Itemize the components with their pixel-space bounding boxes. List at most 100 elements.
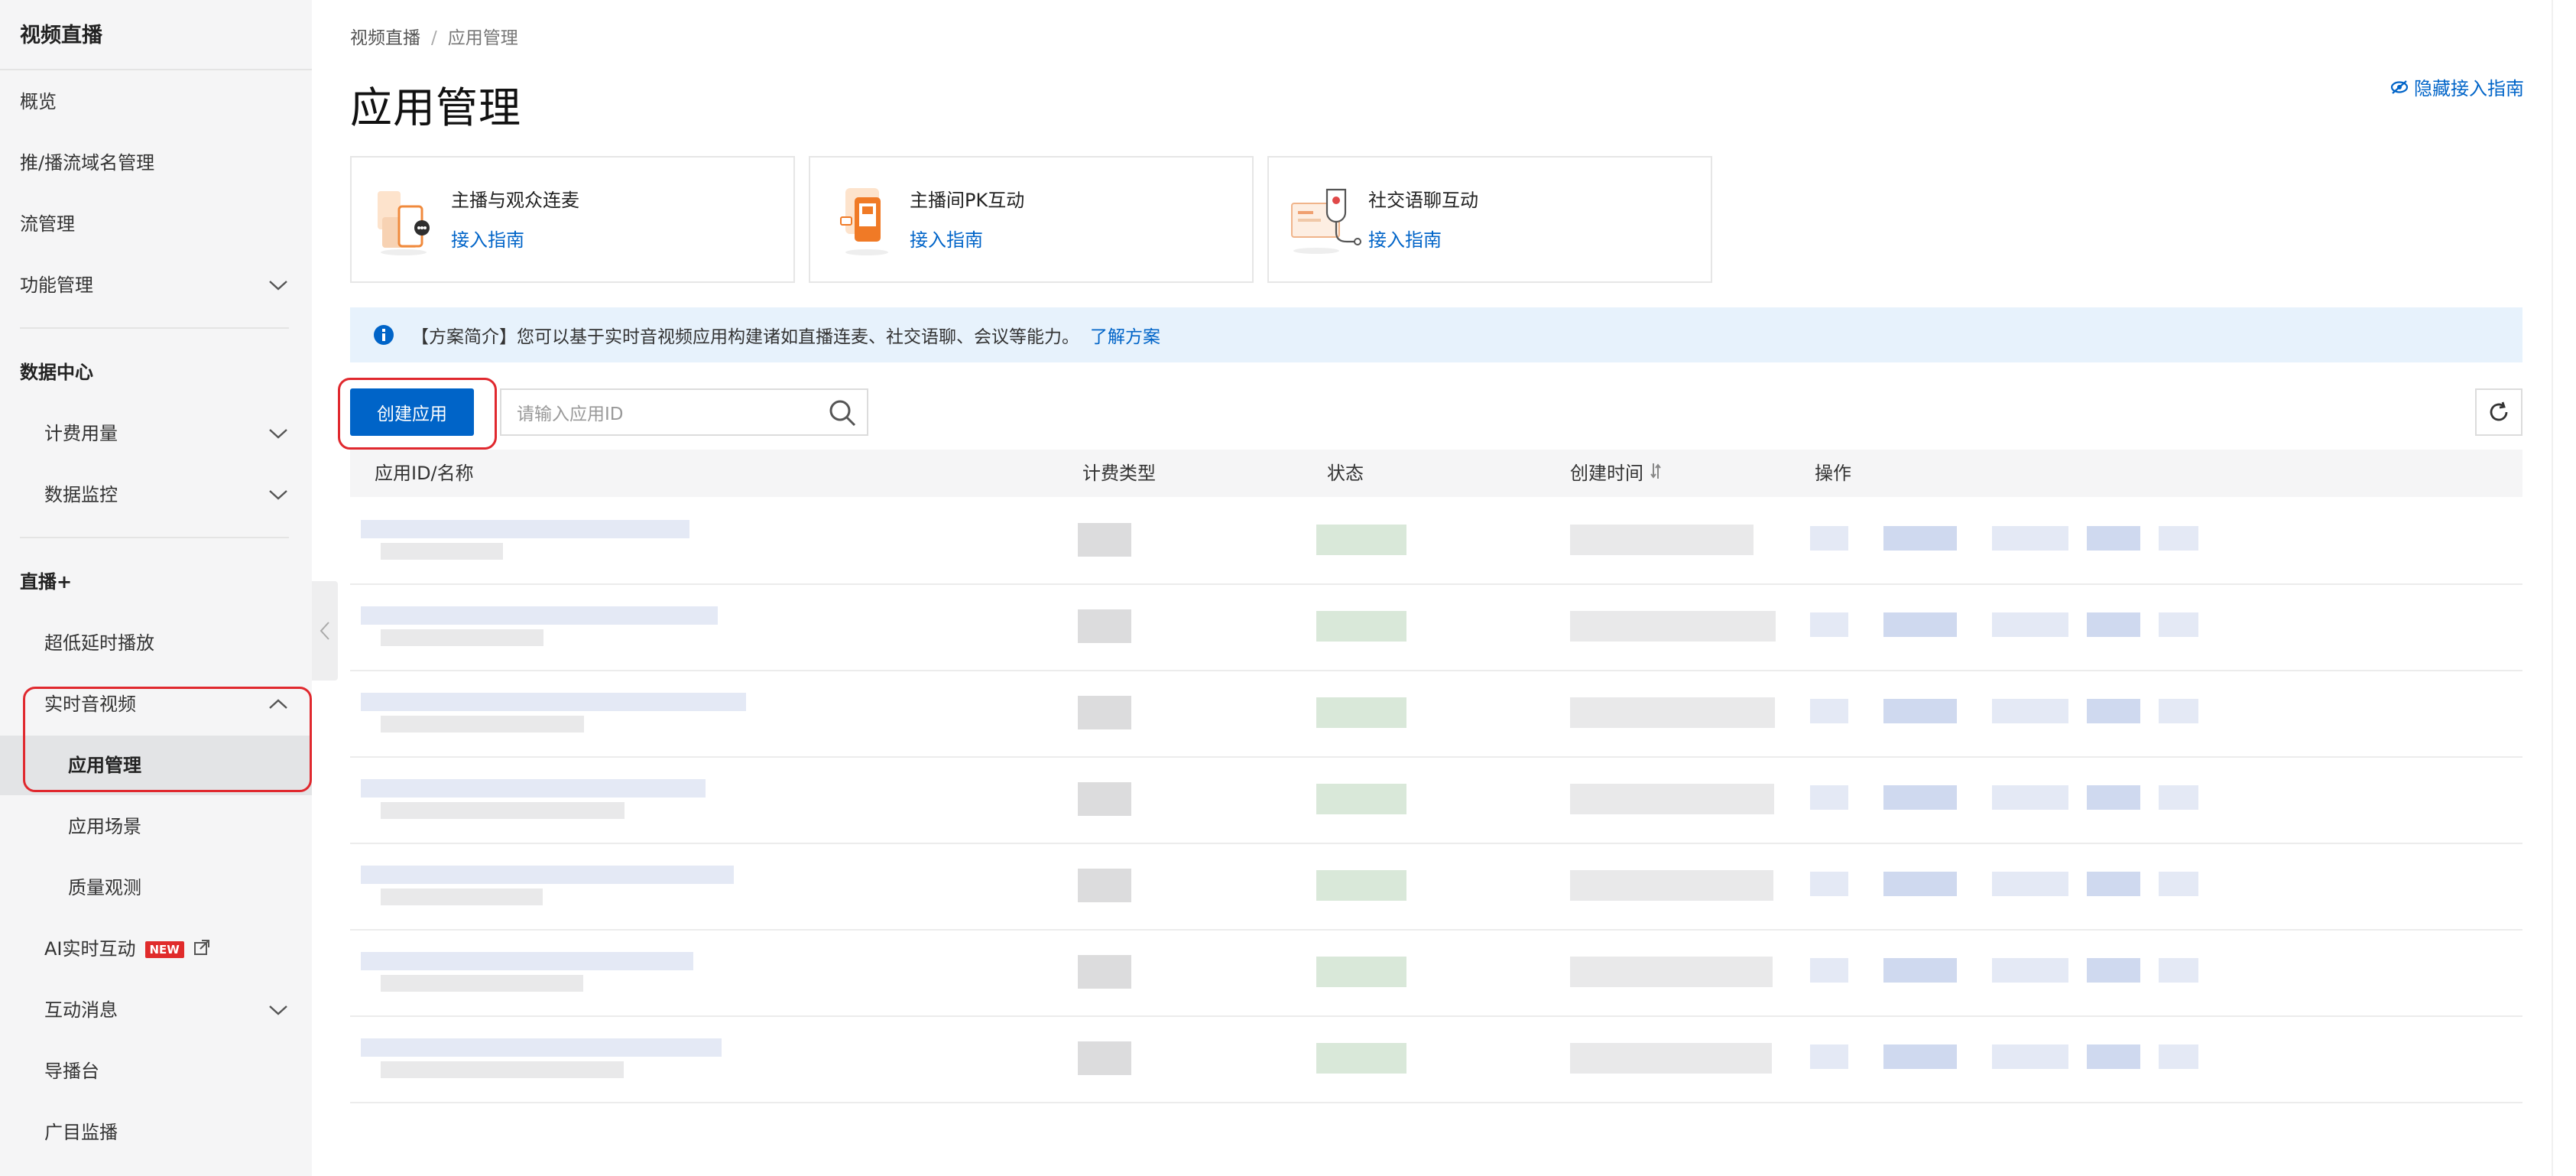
blurred-billing-type — [1078, 1041, 1131, 1075]
sidebar-item-quality-observation[interactable]: 质量观测 — [0, 858, 312, 918]
blurred-action-link[interactable] — [1883, 785, 1957, 810]
divider — [20, 327, 289, 329]
blurred-app-id[interactable] — [361, 1038, 722, 1057]
blurred-action-link[interactable] — [2087, 526, 2140, 551]
sidebar-item-label: 应用场景 — [68, 816, 141, 837]
blurred-action-link[interactable] — [1810, 872, 1848, 896]
sidebar-collapse-handle[interactable] — [312, 581, 338, 681]
breadcrumb-root[interactable]: 视频直播 — [350, 28, 420, 48]
external-link-icon — [193, 920, 210, 979]
blurred-action-link[interactable] — [1883, 958, 1957, 983]
blurred-action-link[interactable] — [2159, 785, 2198, 810]
table-row — [350, 844, 2522, 931]
blurred-app-id[interactable] — [361, 520, 689, 538]
sidebar-item-rtc[interactable]: 实时音视频 — [0, 674, 312, 734]
eye-off-icon — [2390, 80, 2409, 94]
blurred-action-link[interactable] — [1883, 1044, 1957, 1069]
sidebar-item-label: 互动消息 — [44, 999, 118, 1021]
blurred-action-link[interactable] — [1810, 1044, 1848, 1069]
blurred-action-link[interactable] — [1810, 612, 1848, 637]
column-header-created[interactable]: 创建时间 — [1570, 450, 1662, 498]
chevron-down-icon — [268, 404, 289, 463]
sidebar-item-interactive-messages[interactable]: 互动消息 — [0, 980, 312, 1040]
refresh-button[interactable] — [2475, 388, 2522, 436]
learn-solution-link[interactable]: 了解方案 — [1090, 322, 1160, 348]
sidebar-item-monitoring[interactable]: 广目监播 — [0, 1103, 312, 1162]
blurred-action-link[interactable] — [1810, 699, 1848, 723]
divider — [20, 537, 289, 538]
sidebar-item-app-management[interactable]: 应用管理 — [0, 736, 312, 795]
blurred-action-link[interactable] — [1883, 612, 1957, 637]
sidebar-item-label: 概览 — [20, 91, 57, 112]
blurred-billing-type — [1078, 609, 1131, 643]
column-header-status: 状态 — [1327, 463, 1364, 484]
blurred-action-link[interactable] — [2159, 1044, 2198, 1069]
blurred-action-link[interactable] — [1810, 958, 1848, 983]
blurred-app-id[interactable] — [361, 779, 706, 798]
sidebar-item-ai-interaction[interactable]: AI实时互动 NEW — [0, 919, 312, 979]
blurred-action-link[interactable] — [1810, 785, 1848, 810]
blurred-action-link[interactable] — [2159, 612, 2198, 637]
blurred-action-link[interactable] — [1992, 872, 2068, 896]
sidebar-item-overview[interactable]: 概览 — [0, 72, 312, 132]
blurred-action-link[interactable] — [1992, 785, 2068, 810]
info-icon — [373, 324, 394, 346]
sidebar-item-director[interactable]: 导播台 — [0, 1041, 312, 1101]
card-guide-link[interactable]: 接入指南 — [910, 225, 983, 252]
column-header-label: 创建时间 — [1570, 463, 1643, 484]
blurred-action-link[interactable] — [1992, 612, 2068, 637]
blurred-app-id[interactable] — [361, 693, 746, 711]
blurred-action-link[interactable] — [2159, 526, 2198, 551]
blurred-action-link[interactable] — [2159, 958, 2198, 983]
chevron-down-icon — [268, 980, 289, 1040]
blurred-app-name — [381, 975, 583, 992]
blurred-action-link[interactable] — [1883, 872, 1957, 896]
blurred-action-link[interactable] — [1992, 958, 2068, 983]
table-row — [350, 931, 2522, 1017]
blurred-created-time — [1570, 525, 1754, 555]
search-icon[interactable] — [827, 398, 858, 433]
hide-guide-link[interactable]: 隐藏接入指南 — [2389, 73, 2524, 100]
blurred-action-link[interactable] — [2087, 612, 2140, 637]
create-app-button[interactable]: 创建应用 — [350, 388, 474, 436]
sidebar-item-label: 计费用量 — [44, 423, 118, 444]
blurred-created-time — [1570, 957, 1773, 987]
table-header: 应用ID/名称 计费类型 状态 创建时间 操作 — [350, 450, 2522, 497]
blurred-app-name — [381, 888, 543, 905]
card-title: 主播间PK互动 — [910, 190, 1025, 211]
blurred-action-link[interactable] — [2087, 872, 2140, 896]
blurred-action-link[interactable] — [1992, 699, 2068, 723]
sidebar-item-domain-management[interactable]: 推/播流域名管理 — [0, 133, 312, 193]
blurred-action-link[interactable] — [1810, 526, 1848, 551]
sidebar-item-low-latency[interactable]: 超低延时播放 — [0, 613, 312, 673]
blurred-action-link[interactable] — [2159, 872, 2198, 896]
table-row — [350, 585, 2522, 671]
blurred-action-link[interactable] — [1992, 1044, 2068, 1069]
sidebar-item-billing-usage[interactable]: 计费用量 — [0, 404, 312, 463]
search-placeholder: 请输入应用ID — [517, 404, 624, 424]
sidebar: 视频直播 概览 推/播流域名管理 流管理 功能管理 数据中心 计费用量 数据监控… — [0, 0, 312, 1176]
search-field[interactable]: 请输入应用ID — [500, 388, 868, 436]
sidebar-item-stream-management[interactable]: 流管理 — [0, 194, 312, 254]
sidebar-item-data-monitoring[interactable]: 数据监控 — [0, 465, 312, 525]
mic-connect-illustration — [373, 184, 439, 257]
blurred-app-id[interactable] — [361, 606, 718, 625]
sidebar-item-label: 推/播流域名管理 — [20, 152, 155, 174]
sidebar-item-feature-management[interactable]: 功能管理 — [0, 255, 312, 315]
blurred-action-link[interactable] — [1883, 699, 1957, 723]
card-guide-link[interactable]: 接入指南 — [1368, 225, 1442, 252]
blurred-action-link[interactable] — [2087, 1044, 2140, 1069]
blurred-app-id[interactable] — [361, 952, 693, 970]
blurred-action-link[interactable] — [2087, 699, 2140, 723]
sidebar-item-label: 实时音视频 — [44, 694, 136, 715]
blurred-app-id[interactable] — [361, 866, 734, 884]
divider — [0, 69, 312, 70]
sort-icon[interactable] — [1650, 450, 1662, 498]
sidebar-item-app-scenarios[interactable]: 应用场景 — [0, 797, 312, 856]
blurred-action-link[interactable] — [1883, 526, 1957, 551]
blurred-action-link[interactable] — [2087, 785, 2140, 810]
blurred-action-link[interactable] — [1992, 526, 2068, 551]
blurred-action-link[interactable] — [2087, 958, 2140, 983]
card-guide-link[interactable]: 接入指南 — [451, 225, 524, 252]
blurred-action-link[interactable] — [2159, 699, 2198, 723]
